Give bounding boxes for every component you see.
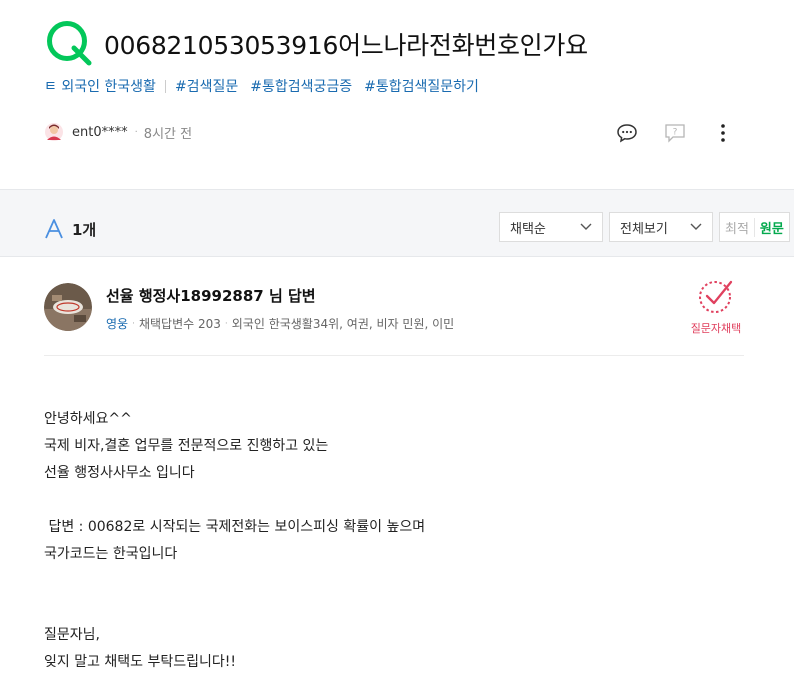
meta-dot: · [132, 318, 135, 329]
chevron-down-icon [690, 223, 702, 230]
view-dropdown-label: 전체보기 [620, 221, 668, 237]
answerer-avatar[interactable] [44, 283, 92, 331]
report-question-icon[interactable]: ? [662, 120, 688, 146]
post-time: 8시간 전 [143, 126, 193, 142]
answer-count: 1개 [72, 221, 97, 239]
answerer-grade[interactable]: 영웅 [106, 315, 128, 332]
meta-dot: · [224, 318, 228, 329]
answer-divider [44, 355, 744, 356]
lang-option-optimal[interactable]: 최적 [720, 217, 755, 237]
questioner-adopted-badge: 질문자채택 [686, 277, 746, 336]
question-title: 0068210530539​16어느나라전화번호인가요 [104, 31, 588, 60]
answer-a-icon [45, 219, 63, 239]
answerer-ranking: 외국인 한국생활34위, 여권, 비자 민원, 이민 [231, 317, 455, 331]
chevron-down-icon [580, 223, 592, 230]
sort-dropdown-label: 채택순 [510, 221, 546, 237]
tag-search-question[interactable]: #검색질문 [175, 76, 238, 96]
sort-dropdown[interactable]: 채택순 [499, 212, 603, 242]
author-name[interactable]: ent0**** [72, 125, 128, 140]
adopted-label: 질문자채택 [690, 322, 742, 335]
svg-text:?: ? [673, 128, 678, 138]
tag-divider [164, 79, 166, 93]
adopted-answer-count: 채택답변수 203 [138, 317, 221, 331]
author-avatar[interactable] [44, 122, 64, 142]
meta-dot: · [134, 126, 138, 138]
tag-bar: ㅌ 외국인 한국생활 #검색질문 #통합검색궁금증 #통합검색질문하기 [44, 76, 491, 96]
answerer-name[interactable]: 선율 행정사18992887 님 답변 [106, 285, 316, 306]
adopted-check-icon [699, 280, 733, 313]
tag-integrated-search-ask[interactable]: #통합검색질문하기 [364, 76, 479, 96]
comment-icon[interactable] [614, 120, 640, 146]
tag-integrated-search-curiosity[interactable]: #통합검색궁금증 [250, 76, 352, 96]
view-dropdown[interactable]: 전체보기 [609, 212, 713, 242]
answerer-meta: 영웅 · 채택답변수 203 · 외국인 한국생활34위, 여권, 비자 민원,… [106, 315, 454, 332]
question-meta: ent0**** · 8시간 전 [44, 122, 192, 142]
answer-body: 안녕하세요^^ 국제 비자,결혼 업무를 전문적으로 진행하고 있는 선율 행정… [44, 411, 426, 670]
language-toggle: 최적 원문 [719, 212, 790, 242]
category-link[interactable]: ㅌ 외국인 한국생활 [44, 76, 156, 96]
more-vertical-icon[interactable] [710, 120, 736, 146]
q-logo-icon [47, 21, 92, 66]
lang-option-original[interactable]: 원문 [755, 218, 789, 237]
question-actions: ? [614, 120, 736, 146]
